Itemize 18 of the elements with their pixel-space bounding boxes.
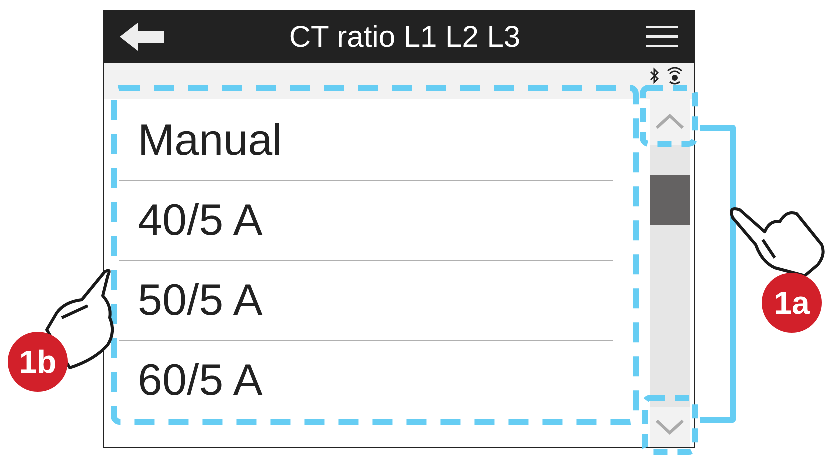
list-item[interactable]: 50/5 A	[119, 261, 613, 341]
back-arrow-icon[interactable]	[120, 23, 164, 51]
list-item[interactable]: Manual	[119, 101, 613, 181]
step-badge: 1b	[8, 332, 68, 392]
list-item[interactable]: 40/5 A	[119, 181, 613, 261]
scroll-down-button[interactable]	[650, 407, 690, 447]
wireless-signal-icon	[666, 67, 684, 87]
scroll-thumb[interactable]	[650, 175, 690, 225]
menu-icon[interactable]	[646, 26, 678, 48]
chevron-up-icon	[655, 114, 685, 130]
list-item[interactable]: 60/5 A	[119, 341, 613, 421]
chevron-down-icon	[655, 419, 685, 435]
bluetooth-icon	[650, 67, 660, 85]
screen-title: CT ratio L1 L2 L3	[288, 20, 522, 56]
down-button-highlight-frame	[642, 395, 698, 455]
up-button-highlight-frame	[640, 85, 698, 147]
scroll-up-button[interactable]	[650, 99, 690, 145]
step-badge: 1a	[762, 273, 822, 333]
